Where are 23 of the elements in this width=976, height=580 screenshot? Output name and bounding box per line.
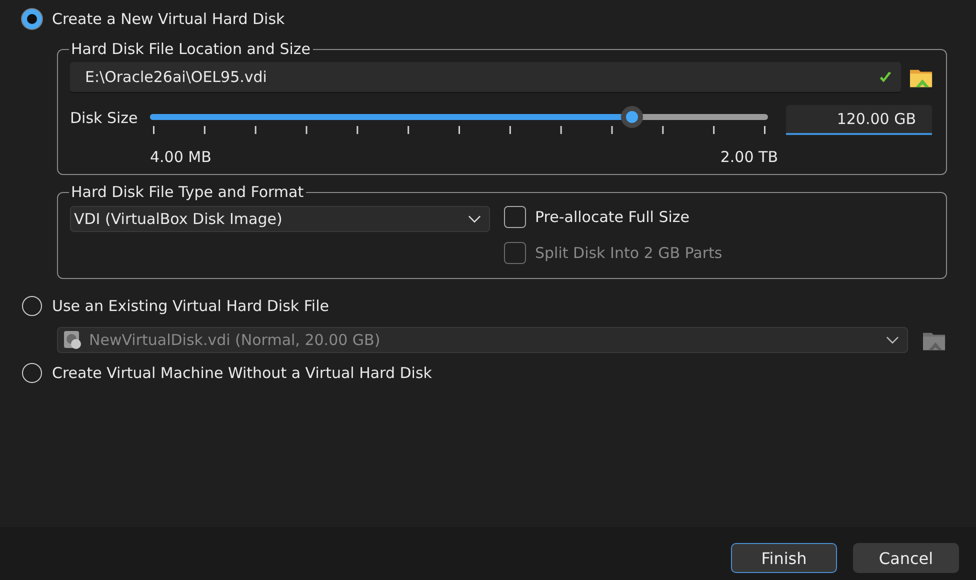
min-size-label: 4.00 MB xyxy=(150,148,212,166)
checkbox[interactable] xyxy=(504,206,526,228)
radio-label[interactable]: Create Virtual Machine Without a Virtual Hard Disk xyxy=(52,364,432,382)
caret-icon xyxy=(468,215,481,223)
check-icon xyxy=(878,70,893,84)
slider-thumb[interactable] xyxy=(621,106,644,128)
radio-button[interactable] xyxy=(22,363,42,383)
dialog-button[interactable]: Finish xyxy=(731,543,837,573)
dialog-button[interactable]: Cancel xyxy=(853,543,959,573)
radio-label[interactable]: Use an Existing Virtual Hard Disk File xyxy=(52,297,329,315)
size-input-field[interactable]: 120.00 GB xyxy=(786,105,932,135)
disk-size-label: Disk Size xyxy=(70,108,139,127)
caret-icon xyxy=(886,336,899,344)
max-size-label: 2.00 TB xyxy=(720,148,778,166)
radio-label[interactable]: Create a New Virtual Hard Disk xyxy=(52,10,285,28)
hard-disk-icon xyxy=(63,330,83,350)
group-title: Hard Disk File Type and Format xyxy=(70,183,305,201)
group-title: Hard Disk File Location and Size xyxy=(70,40,312,58)
radio-button[interactable] xyxy=(22,9,42,29)
format-dropdown[interactable]: VDI (VirtualBox Disk Image) xyxy=(70,206,490,232)
checkbox-label[interactable]: Pre-allocate Full Size xyxy=(535,208,690,226)
file-path-field[interactable]: E:\Oracle26ai\OEL95.vdi xyxy=(70,62,901,93)
radio-button[interactable] xyxy=(22,296,42,316)
